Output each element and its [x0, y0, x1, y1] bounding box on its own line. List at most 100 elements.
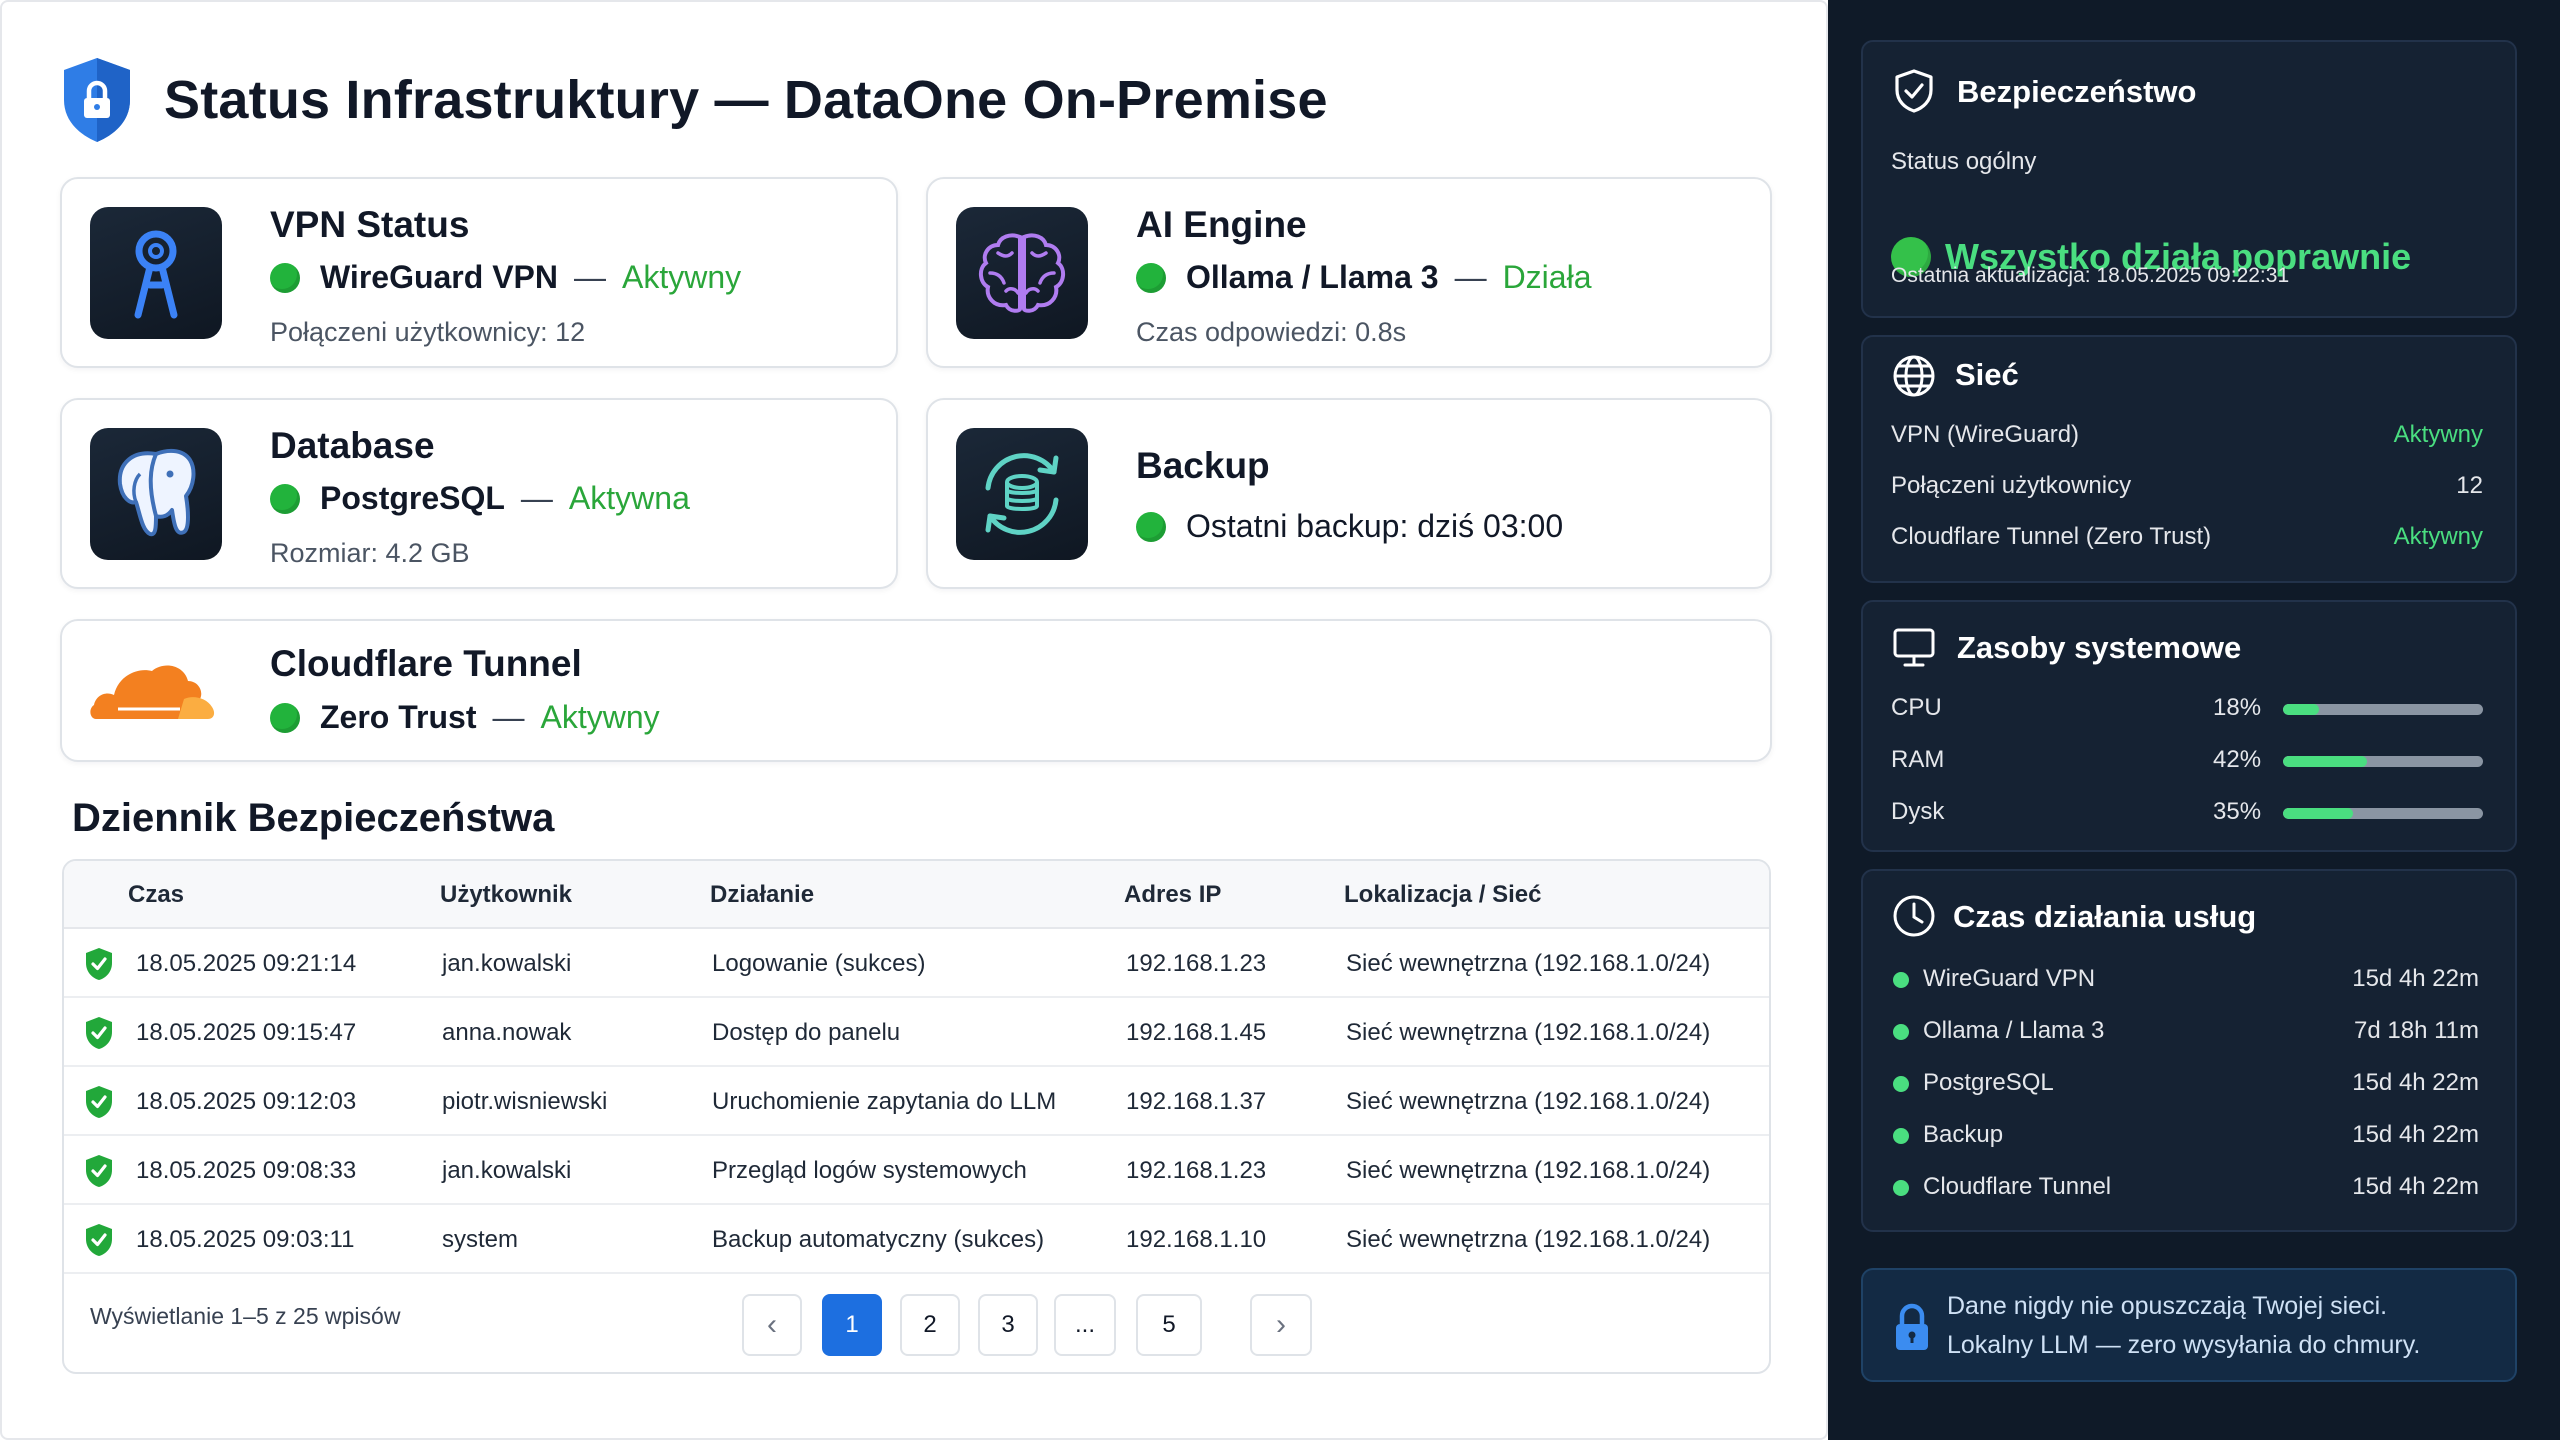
- last-update-text: Ostatnia aktualizacja: 18.05.2025 09:22:…: [1891, 264, 2290, 287]
- table-row[interactable]: 18.05.2025 09:15:47 anna.nowak Dostęp do…: [64, 998, 1769, 1067]
- backup-last-run: Ostatni backup: dziś 03:00: [1186, 508, 1564, 544]
- pagination-ellipsis: ...: [1054, 1294, 1116, 1356]
- separator-dash: —: [1454, 259, 1487, 295]
- column-header-action[interactable]: Działanie: [710, 881, 814, 909]
- progress-fill: [2283, 756, 2367, 767]
- privacy-notice-line-1: Dane nigdy nie opuszczają Twojej sieci.: [1947, 1292, 2388, 1320]
- cell-action: Logowanie (sukces): [712, 950, 926, 977]
- ai-status-line: Ollama / Llama 3 — Działa: [1136, 259, 1591, 296]
- cloudflare-status-line: Zero Trust — Aktywny: [270, 699, 660, 736]
- cell-user: jan.kowalski: [442, 1157, 572, 1184]
- data-privacy-notice: Dane nigdy nie opuszczają Twojej sieci. …: [1861, 1268, 2517, 1382]
- pagination-page-5[interactable]: 5: [1136, 1294, 1202, 1356]
- resource-label: CPU: [1891, 694, 1942, 721]
- postgresql-elephant-icon: [90, 428, 222, 560]
- database-card[interactable]: Database PostgreSQL — Aktywna Rozmiar: 4…: [60, 398, 898, 589]
- cell-time: 18.05.2025 09:21:14: [136, 950, 357, 977]
- service-uptime: 15d 4h 22m: [2352, 965, 2479, 992]
- resource-progress-bar: [2283, 704, 2483, 715]
- pagination-prev-button[interactable]: ‹: [742, 1294, 802, 1356]
- vpn-status-card[interactable]: VPN Status WireGuard VPN — Aktywny Połąc…: [60, 177, 898, 368]
- pagination-page-2[interactable]: 2: [900, 1294, 960, 1356]
- pagination-page-3[interactable]: 3: [978, 1294, 1038, 1356]
- service-name: Ollama / Llama 3: [1923, 1017, 2105, 1044]
- table-row[interactable]: 18.05.2025 09:03:11 system Backup automa…: [64, 1205, 1769, 1274]
- database-card-title: Database: [270, 425, 435, 466]
- ai-name: Ollama / Llama 3: [1186, 259, 1439, 295]
- column-header-ip[interactable]: Adres IP: [1124, 881, 1221, 909]
- resource-value: 18%: [2213, 694, 2262, 721]
- service-name: WireGuard VPN: [1923, 965, 2096, 992]
- cell-action: Dostęp do panelu: [712, 1019, 901, 1046]
- column-header-location[interactable]: Lokalizacja / Sieć: [1344, 881, 1541, 909]
- shield-check-icon: [86, 1155, 112, 1187]
- network-item-label: Połączeni użytkownicy: [1891, 472, 2132, 499]
- security-log-table: Czas Użytkownik Działanie Adres IP Lokal…: [62, 859, 1771, 1374]
- service-name: PostgreSQL: [1923, 1069, 2054, 1096]
- separator-dash: —: [520, 480, 553, 516]
- table-row[interactable]: 18.05.2025 09:08:33 jan.kowalski Przeglą…: [64, 1136, 1769, 1205]
- column-header-user[interactable]: Użytkownik: [440, 881, 572, 909]
- status-dot: [1893, 1076, 1909, 1092]
- lock-icon: [1896, 1303, 1928, 1350]
- service-name: Cloudflare Tunnel: [1923, 1173, 2112, 1200]
- security-panel: Bezpieczeństwo Status ogólny Wszystko dz…: [1861, 40, 2517, 318]
- service-uptime: 15d 4h 22m: [2352, 1069, 2479, 1096]
- cell-time: 18.05.2025 09:15:47: [136, 1019, 357, 1046]
- vpn-card-title: VPN Status: [270, 204, 470, 245]
- table-row[interactable]: 18.05.2025 09:12:03 piotr.wisniewski Uru…: [64, 1067, 1769, 1136]
- resource-value: 42%: [2213, 746, 2262, 773]
- resource-progress-bar: [2283, 756, 2483, 767]
- shield-check-icon: [1895, 69, 1933, 113]
- cell-ip: 192.168.1.37: [1126, 1088, 1267, 1115]
- service-uptime: 15d 4h 22m: [2352, 1121, 2479, 1148]
- cell-ip: 192.168.1.10: [1126, 1226, 1267, 1253]
- backup-card[interactable]: Backup Ostatni backup: dziś 03:00: [926, 398, 1772, 589]
- shield-check-icon: [86, 1017, 112, 1049]
- cloudflare-cloud-icon: [90, 665, 215, 719]
- shield-check-icon: [86, 948, 112, 980]
- cell-user: system: [442, 1226, 519, 1253]
- clock-icon: [1893, 895, 1935, 937]
- ai-response-time: Czas odpowiedzi: 0.8s: [1136, 317, 1407, 347]
- vpn-status-line: WireGuard VPN — Aktywny: [270, 259, 741, 296]
- network-panel: Sieć VPN (WireGuard) Aktywny Połączeni u…: [1861, 335, 2517, 583]
- resource-label: RAM: [1891, 746, 1945, 773]
- cell-action: Przegląd logów systemowych: [712, 1157, 1027, 1184]
- resources-panel-title: Zasoby systemowe: [1957, 630, 2242, 665]
- cloudflare-status-value: Aktywny: [540, 699, 660, 735]
- security-panel-title: Bezpieczeństwo: [1957, 74, 2197, 109]
- chevron-left-icon: ‹: [767, 1308, 777, 1341]
- cell-ip: 192.168.1.45: [1126, 1019, 1267, 1046]
- ai-status-value: Działa: [1502, 259, 1592, 295]
- security-log-title: Dziennik Bezpieczeństwa: [72, 796, 555, 840]
- status-dot: [1893, 972, 1909, 988]
- column-header-time[interactable]: Czas: [128, 881, 184, 909]
- status-dot: [1893, 1128, 1909, 1144]
- service-name: Backup: [1923, 1121, 2004, 1148]
- service-uptime-panel: Czas działania usług WireGuard VPN 15d 4…: [1861, 869, 2517, 1232]
- chevron-right-icon: ›: [1276, 1308, 1286, 1341]
- network-panel-title: Sieć: [1955, 357, 2019, 392]
- database-name: PostgreSQL: [320, 480, 505, 516]
- cell-location: Sieć wewnętrzna (192.168.1.0/24): [1346, 1157, 1711, 1184]
- status-dot: [270, 262, 300, 293]
- main-content: Status Infrastruktury — DataOne On-Premi…: [0, 0, 1828, 1440]
- system-resources-panel: Zasoby systemowe CPU 18% RAM 42% Dysk 35…: [1861, 600, 2517, 852]
- cell-user: piotr.wisniewski: [442, 1088, 608, 1115]
- separator-dash: —: [492, 699, 525, 735]
- network-item-value: Aktywny: [2393, 421, 2483, 448]
- progress-fill: [2283, 704, 2319, 715]
- vpn-status-value: Aktywny: [621, 259, 742, 295]
- monitor-icon: [1893, 628, 1935, 667]
- cell-ip: 192.168.1.23: [1126, 950, 1267, 977]
- cloudflare-tunnel-card[interactable]: Cloudflare Tunnel Zero Trust — Aktywny: [60, 619, 1772, 762]
- ai-engine-card[interactable]: AI Engine Ollama / Llama 3 — Działa Czas…: [926, 177, 1772, 368]
- service-uptime: 15d 4h 22m: [2352, 1173, 2479, 1200]
- table-row[interactable]: 18.05.2025 09:21:14 jan.kowalski Logowan…: [64, 929, 1769, 998]
- cloudflare-name: Zero Trust: [320, 699, 477, 735]
- resource-label: Dysk: [1891, 798, 1945, 825]
- pagination-next-button[interactable]: ›: [1250, 1294, 1312, 1356]
- pagination-page-1[interactable]: 1: [822, 1294, 882, 1356]
- database-size: Rozmiar: 4.2 GB: [270, 538, 470, 568]
